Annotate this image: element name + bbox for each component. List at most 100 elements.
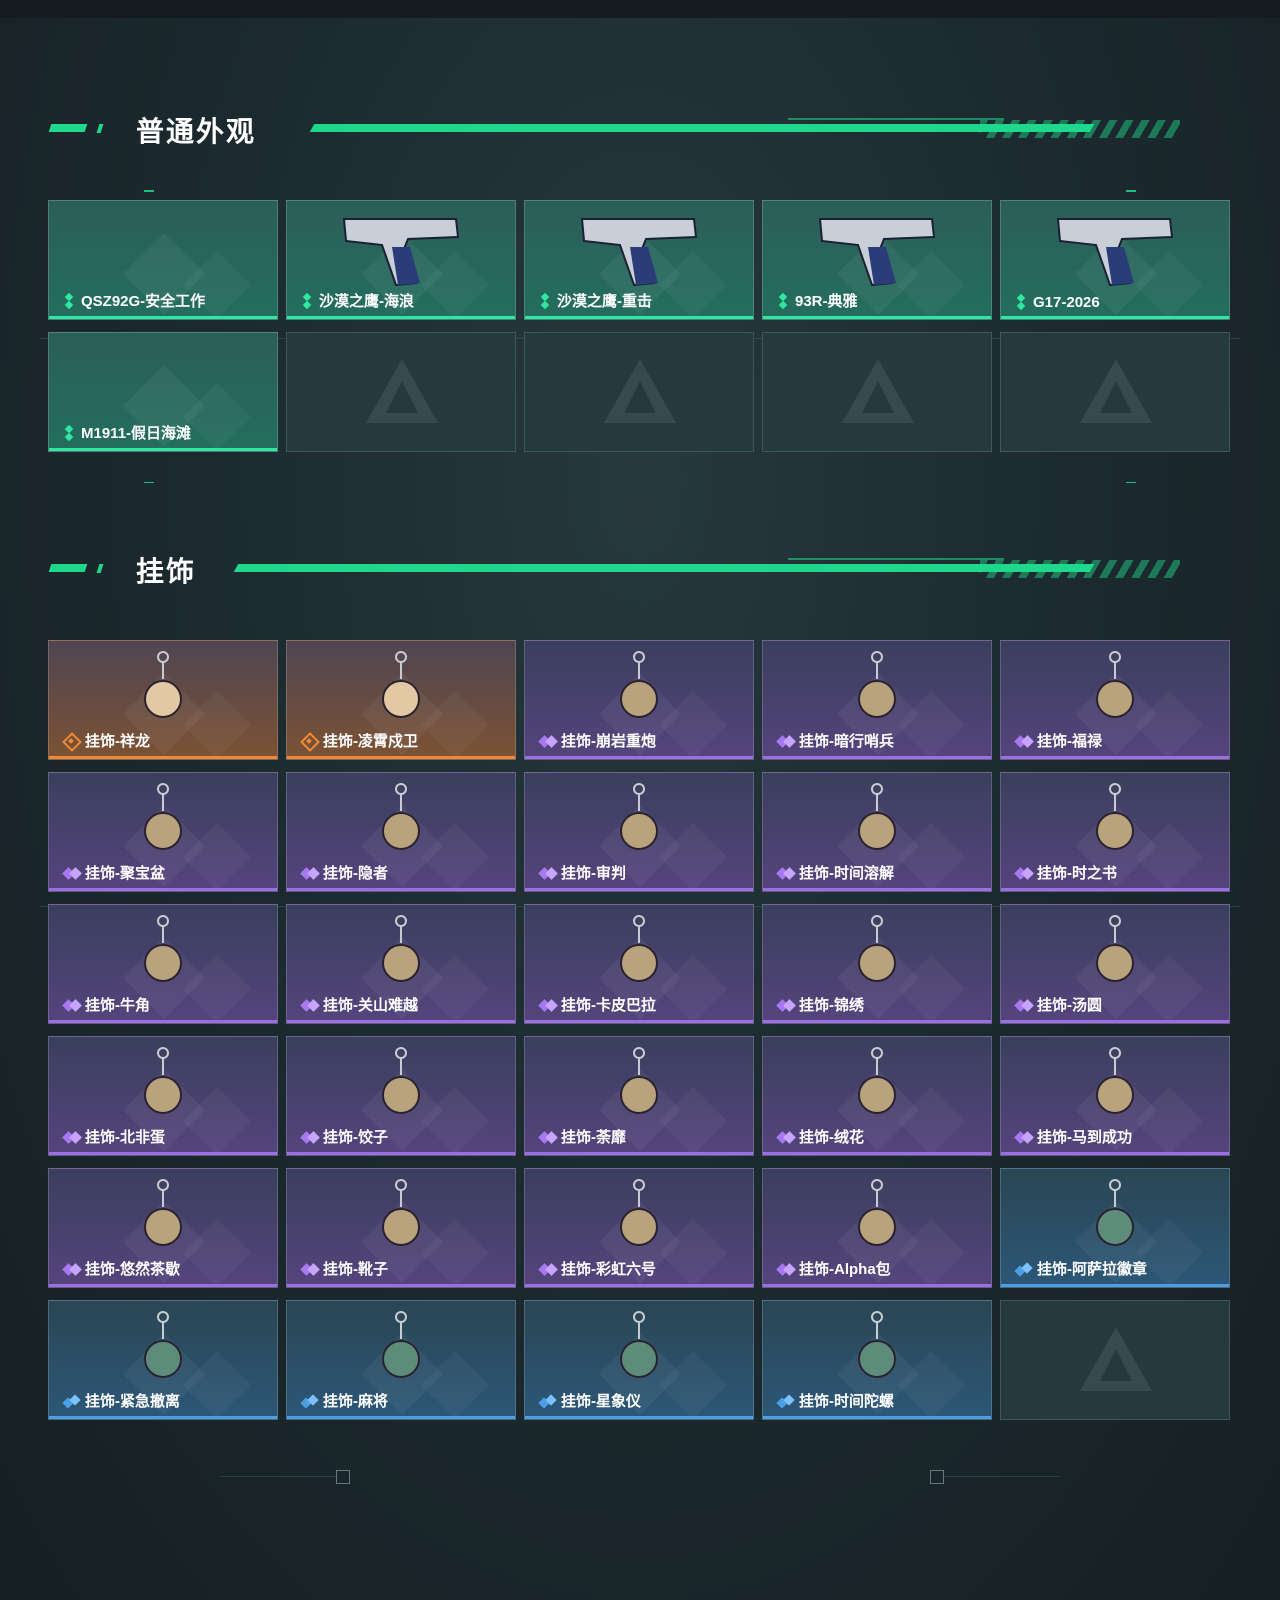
- charm-icon: [858, 1179, 896, 1246]
- charm-label: 挂饰-马到成功: [1015, 1126, 1132, 1147]
- rarity-green-icon: [301, 292, 313, 310]
- charm-card[interactable]: 挂饰-关山难越: [286, 904, 516, 1024]
- skin-name: G17-2026: [1033, 293, 1100, 311]
- charm-icon: [1096, 915, 1134, 982]
- charm-card[interactable]: 挂饰-汤圆: [1000, 904, 1230, 1024]
- charm-label: 挂饰-时间溶解: [777, 862, 894, 883]
- skin-card[interactable]: 沙漠之鹰-重击: [524, 200, 754, 320]
- rarity-purple-icon: [777, 865, 793, 881]
- charm-icon: [858, 651, 896, 718]
- header-checker-pattern: [980, 560, 1180, 578]
- charm-name: 挂饰-崩岩重炮: [561, 733, 656, 750]
- charm-card[interactable]: 挂饰-崩岩重炮: [524, 640, 754, 760]
- charm-label: 挂饰-崩岩重炮: [539, 730, 656, 751]
- charm-card[interactable]: 挂饰-北非蛋: [48, 1036, 278, 1156]
- rarity-diamond: [64, 300, 74, 309]
- charm-thumbnail: [1085, 913, 1145, 998]
- charm-card[interactable]: 挂饰-牛角: [48, 904, 278, 1024]
- charm-label: 挂饰-凌霄戍卫: [301, 730, 418, 751]
- skin-label: 93R-典雅: [777, 290, 858, 311]
- header-rail-thin: [788, 118, 1004, 120]
- pistol-icon: [580, 218, 698, 287]
- footer-hud-left: [220, 1468, 350, 1484]
- charm-name: 挂饰-锦绣: [799, 997, 864, 1014]
- skin-thumbnail: [1050, 209, 1180, 292]
- rarity-purple-icon: [539, 997, 555, 1013]
- skin-card[interactable]: G17-2026: [1000, 200, 1230, 320]
- charm-thumbnail: [847, 1309, 907, 1394]
- charm-card[interactable]: 挂饰-锦绣: [762, 904, 992, 1024]
- charm-name: 挂饰-卡皮巴拉: [561, 997, 656, 1014]
- charm-card[interactable]: 挂饰-隐者: [286, 772, 516, 892]
- charm-thumbnail: [847, 913, 907, 998]
- charm-card[interactable]: 挂饰-阿萨拉徽章: [1000, 1168, 1230, 1288]
- pistol-icon: [818, 218, 936, 287]
- charm-card[interactable]: 挂饰-时间溶解: [762, 772, 992, 892]
- charm-card[interactable]: 挂饰-时间陀螺: [762, 1300, 992, 1420]
- charm-label: 挂饰-审判: [539, 862, 626, 883]
- charm-card[interactable]: 挂饰-暗行哨兵: [762, 640, 992, 760]
- charm-icon: [382, 651, 420, 718]
- charm-icon: [144, 1047, 182, 1114]
- empty-slot: [1000, 332, 1230, 452]
- rarity-purple-icon: [63, 1261, 79, 1277]
- charm-label: 挂饰-彩虹六号: [539, 1258, 656, 1279]
- skin-thumbnail: [336, 209, 466, 292]
- rarity-purple-icon: [539, 733, 555, 749]
- charm-thumbnail: [609, 1177, 669, 1262]
- charm-thumbnail: [847, 781, 907, 866]
- rarity-purple-icon: [63, 865, 79, 881]
- top-band: [0, 0, 1280, 18]
- charm-card[interactable]: 挂饰-饺子: [286, 1036, 516, 1156]
- charm-label: 挂饰-时间陀螺: [777, 1390, 894, 1411]
- skin-card[interactable]: QSZ92G-安全工作: [48, 200, 278, 320]
- charm-label: 挂饰-祥龙: [63, 730, 150, 751]
- charm-card[interactable]: 挂饰-悠然茶歇: [48, 1168, 278, 1288]
- charm-card[interactable]: 挂饰-祥龙: [48, 640, 278, 760]
- charm-thumbnail: [133, 913, 193, 998]
- skin-card[interactable]: 沙漠之鹰-海浪: [286, 200, 516, 320]
- empty-slot: [762, 332, 992, 452]
- charm-thumbnail: [609, 781, 669, 866]
- charm-card[interactable]: 挂饰-麻将: [286, 1300, 516, 1420]
- charm-card[interactable]: 挂饰-荼靡: [524, 1036, 754, 1156]
- rarity-diamond: [302, 300, 312, 309]
- charm-card[interactable]: 挂饰-紧急撤离: [48, 1300, 278, 1420]
- charm-label: 挂饰-饺子: [301, 1126, 388, 1147]
- charm-thumbnail: [609, 649, 669, 734]
- charm-card[interactable]: 挂饰-靴子: [286, 1168, 516, 1288]
- charm-card[interactable]: 挂饰-凌霄戍卫: [286, 640, 516, 760]
- empty-slot-logo-icon: [366, 359, 438, 423]
- charm-thumbnail: [371, 1309, 431, 1394]
- section-header-skins: 普通外观: [48, 108, 1208, 148]
- empty-slot: [286, 332, 516, 452]
- rarity-green-icon: [1015, 293, 1027, 311]
- charm-card[interactable]: 挂饰-时之书: [1000, 772, 1230, 892]
- skin-card[interactable]: M1911-假日海滩: [48, 332, 278, 452]
- charm-card[interactable]: 挂饰-聚宝盆: [48, 772, 278, 892]
- charm-card[interactable]: 挂饰-绒花: [762, 1036, 992, 1156]
- charm-card[interactable]: 挂饰-马到成功: [1000, 1036, 1230, 1156]
- rarity-green-icon: [63, 292, 75, 310]
- charm-icon: [1096, 1047, 1134, 1114]
- charm-card[interactable]: 挂饰-审判: [524, 772, 754, 892]
- rarity-blue-icon: [63, 1393, 79, 1409]
- charm-icon: [382, 1179, 420, 1246]
- charm-label: 挂饰-星象仪: [539, 1390, 641, 1411]
- hud-tick: [144, 190, 154, 192]
- charm-icon: [858, 783, 896, 850]
- charm-card[interactable]: 挂饰-福禄: [1000, 640, 1230, 760]
- charm-icon: [620, 783, 658, 850]
- skin-card[interactable]: 93R-典雅: [762, 200, 992, 320]
- charm-thumbnail: [609, 1309, 669, 1394]
- charm-card[interactable]: 挂饰-Alpha包: [762, 1168, 992, 1288]
- charm-card[interactable]: 挂饰-彩虹六号: [524, 1168, 754, 1288]
- charm-label: 挂饰-福禄: [1015, 730, 1102, 751]
- header-accent-bar: [96, 564, 104, 573]
- section-header-charms: 挂饰: [48, 548, 1208, 588]
- charm-name: 挂饰-绒花: [799, 1129, 864, 1146]
- header-accent-bar: [96, 124, 104, 133]
- charm-label: 挂饰-关山难越: [301, 994, 418, 1015]
- charm-card[interactable]: 挂饰-星象仪: [524, 1300, 754, 1420]
- charm-card[interactable]: 挂饰-卡皮巴拉: [524, 904, 754, 1024]
